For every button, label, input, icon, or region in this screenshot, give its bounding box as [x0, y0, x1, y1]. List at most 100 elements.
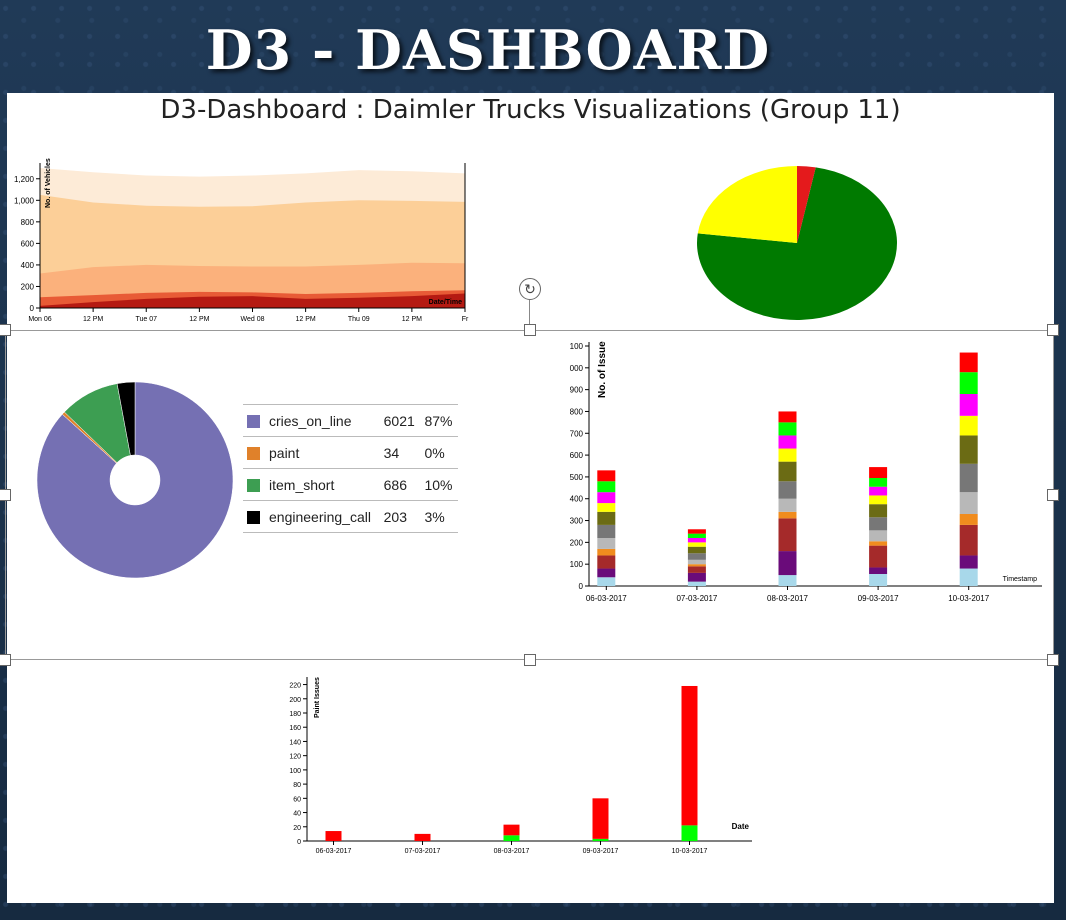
y-tick-label: 0 — [297, 839, 301, 846]
x-tick-label: 06-03-2017 — [586, 594, 627, 603]
resize-handle-middle-right[interactable] — [1047, 489, 1059, 501]
y-axis-label: No. of Vehicles — [45, 158, 52, 208]
x-tick-label: 07-03-2017 — [676, 594, 717, 603]
legend-label: item_short — [265, 468, 380, 501]
resize-handle-top-middle[interactable] — [524, 324, 536, 336]
x-tick-label: 07-03-2017 — [405, 848, 441, 853]
legend-pct: 87% — [420, 404, 458, 437]
stack-segment — [959, 372, 978, 394]
stack-segment — [959, 463, 978, 493]
y-tick-label: 120 — [289, 754, 301, 761]
legend-row: engineering_call 203 3% — [243, 500, 458, 533]
stack-segment — [959, 435, 978, 464]
paint-bar-segment — [414, 833, 431, 841]
y-axis-label: Paint Issues — [314, 677, 321, 718]
legend-pct: 3% — [420, 500, 458, 533]
stack-segment — [778, 575, 797, 586]
stack-segment — [869, 541, 888, 546]
y-tick-label: 0 — [30, 304, 35, 313]
legend-swatch — [247, 447, 260, 461]
x-tick-label: 12 PM — [189, 316, 209, 323]
paint-bar-segment — [592, 798, 609, 839]
y-tick-label: 220 — [289, 683, 301, 690]
y-tick-label: 600 — [21, 239, 35, 248]
donut-legend: cries_on_line 6021 87% paint 34 0% item_… — [243, 404, 458, 533]
stack-segment — [778, 498, 797, 512]
y-tick-label: 900 — [570, 386, 584, 395]
stack-segment — [687, 553, 706, 560]
slide-title: D3-Dashboard : Daimler Trucks Visualizat… — [160, 95, 901, 125]
legend-swatch — [247, 415, 260, 429]
rotate-icon[interactable]: ↻ — [519, 278, 541, 300]
resize-handle-bottom-right[interactable] — [1047, 654, 1059, 666]
y-tick-label: 300 — [570, 517, 584, 526]
stack-segment — [959, 555, 978, 569]
y-tick-label: 0 — [579, 582, 584, 591]
legend-label: paint — [265, 436, 380, 469]
y-tick-label: 1,200 — [14, 175, 35, 184]
legend-label: engineering_call — [265, 500, 380, 533]
stack-segment — [687, 581, 706, 586]
y-tick-label: 000 — [570, 364, 584, 373]
y-tick-label: 60 — [293, 796, 301, 803]
rotate-stem — [529, 300, 530, 327]
y-tick-label: 100 — [289, 768, 301, 775]
stack-segment — [597, 568, 616, 578]
x-tick-label: Wed 08 — [241, 316, 265, 323]
x-tick-label: 12 PM — [296, 316, 316, 323]
stack-segment — [959, 352, 978, 373]
banner-title: D3 - DASHBOARD — [205, 18, 771, 82]
resize-handle-top-right[interactable] — [1047, 324, 1059, 336]
y-tick-label: 180 — [289, 711, 301, 718]
x-axis-label: Date — [732, 822, 750, 831]
stack-segment — [778, 551, 797, 576]
legend-swatch — [247, 511, 260, 525]
stack-segment — [687, 546, 706, 554]
x-tick-label: 09-03-2017 — [583, 848, 619, 853]
legend-row: item_short 686 10% — [243, 468, 458, 501]
stack-segment — [687, 538, 706, 543]
y-tick-label: 600 — [570, 451, 584, 460]
resize-handle-bottom-middle[interactable] — [524, 654, 536, 666]
resize-handle-bottom-left[interactable] — [0, 654, 11, 666]
x-tick-label: Tue 07 — [135, 316, 157, 323]
stack-segment — [869, 478, 888, 487]
stack-segment — [959, 492, 978, 514]
stack-segment — [597, 524, 616, 538]
legend-count: 686 — [379, 468, 421, 501]
resize-handle-middle-left[interactable] — [0, 489, 11, 501]
stack-segment — [687, 529, 706, 534]
resize-handle-top-left[interactable] — [0, 324, 11, 336]
stack-segment — [597, 470, 616, 482]
paint-bar-segment — [681, 825, 698, 841]
stack-segment — [597, 481, 616, 493]
paint-bar-segment — [325, 831, 342, 841]
y-tick-label: 400 — [570, 495, 584, 504]
stack-segment — [778, 511, 797, 519]
paint-bar-segment — [503, 824, 520, 836]
x-axis-label: Date/Time — [429, 299, 462, 306]
stack-segment — [778, 411, 797, 423]
y-tick-label: 40 — [293, 811, 301, 818]
paint-bar-segment — [592, 838, 609, 841]
stack-segment — [959, 568, 978, 586]
stacked-bar-chart: 0 100 200 300 400 500 600 700 800 900 000 100 06-03-… — [570, 341, 1042, 603]
stack-segment — [959, 415, 978, 436]
stack-segment — [778, 435, 797, 449]
stack-segment — [869, 574, 888, 586]
stream-chart: 0 200 400 600 800 1,000 1,200 Mon 06 12 PM Tue 07… — [14, 158, 469, 323]
stack-segment — [687, 533, 706, 538]
y-tick-label: 800 — [570, 407, 584, 416]
legend-row: cries_on_line 6021 87% — [243, 404, 458, 437]
paint-bar-segment — [681, 685, 698, 826]
paint-bar-chart: 0 20 40 60 80 100 120 140 160 180 200 220 06-03-2017… — [289, 677, 752, 853]
y-axis-label: No. of Issue — [597, 341, 608, 398]
legend-swatch — [247, 479, 260, 493]
stack-segment — [778, 518, 797, 552]
legend-count: 6021 — [379, 404, 421, 437]
stack-segment — [597, 511, 616, 525]
legend-count: 34 — [379, 436, 421, 469]
legend-count: 203 — [379, 500, 421, 533]
stack-segment — [869, 486, 888, 496]
x-tick-label: 10-03-2017 — [948, 594, 989, 603]
